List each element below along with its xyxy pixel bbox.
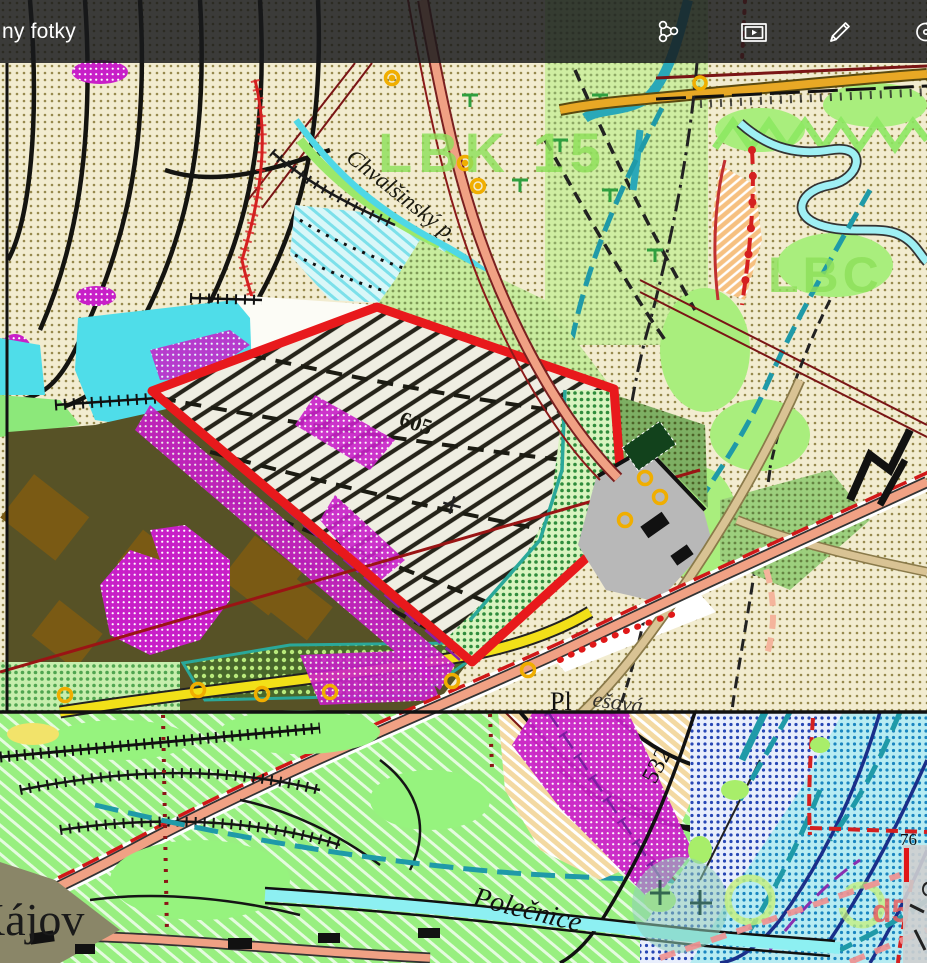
edge-fragment-label: Č — [916, 880, 927, 897]
slideshow-icon[interactable] — [737, 15, 771, 49]
photo-viewer-window: d5 Č LBK 15 LBC Chvalšinský p. 605 532 P… — [0, 0, 927, 963]
rotate-icon[interactable] — [909, 15, 927, 49]
label-lbc: LBC — [768, 247, 883, 303]
edit-pencil-icon[interactable] — [823, 15, 857, 49]
toolbar-icons — [651, 0, 927, 63]
label-76: 76 — [900, 830, 917, 849]
label-lbk15: LBK 15 — [378, 121, 607, 184]
map-photo[interactable]: d5 Č LBK 15 LBC Chvalšinský p. 605 532 P… — [0, 0, 927, 963]
share-icon[interactable] — [651, 15, 685, 49]
label-road-fragment: Pl — [550, 687, 572, 716]
toolbar-title: ny fotky — [2, 20, 76, 44]
photo-viewer-toolbar: ny fotky — [0, 0, 927, 63]
label-town: Kájov — [0, 894, 84, 945]
